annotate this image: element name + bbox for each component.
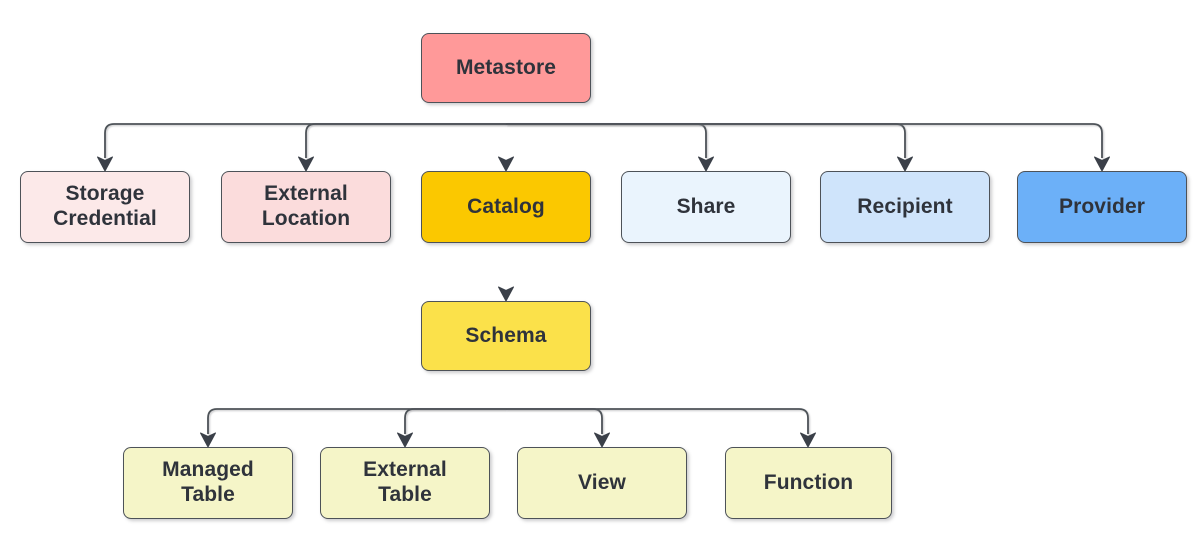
metastore-edge-arrowhead-0 [97,156,113,172]
catalog-schema-arrowhead [498,286,514,302]
metastore-edge-branch-3 [506,123,707,158]
diagram-canvas: Metastore Storage Credential External Loca… [0,0,1200,552]
node-label-storage-credential: Storage Credential [53,182,157,230]
node-label-schema: Schema [465,323,547,347]
schema-edge-arrowhead-3 [800,432,816,448]
node-label-catalog: Catalog [467,194,545,218]
node-recipient[interactable]: Recipient [820,171,990,243]
metastore-edge-branch-0 [104,123,506,158]
schema-edge-arrowhead-2 [594,432,610,448]
schema-edge-branch-3 [506,408,809,434]
schema-edge-branch-1 [404,408,506,434]
metastore-edge-arrowhead-2 [498,156,514,172]
node-provider[interactable]: Provider [1017,171,1187,243]
node-label-recipient: Recipient [857,194,953,218]
node-label-provider: Provider [1059,194,1145,218]
node-managed-table[interactable]: Managed Table [123,447,293,519]
schema-edge-branch-2 [506,408,603,434]
node-share[interactable]: Share [621,171,791,243]
edge-paths [104,103,1103,434]
node-metastore[interactable]: Metastore [421,33,591,103]
metastore-edge-arrowhead-4 [897,156,913,172]
metastore-edge-branch-5 [506,123,1103,158]
schema-edge-arrowhead-1 [397,432,413,448]
node-function[interactable]: Function [725,447,892,519]
schema-edge-arrowhead-0 [200,432,216,448]
metastore-edge-arrowhead-3 [698,156,714,172]
node-external-location[interactable]: External Location [221,171,391,243]
node-label-view: View [578,470,626,494]
metastore-edge-arrowhead-5 [1094,156,1110,172]
node-label-metastore: Metastore [455,55,557,79]
node-label-external-table: External Table [363,458,447,506]
node-storage-credential[interactable]: Storage Credential [20,171,190,243]
node-label-share: Share [676,194,736,218]
node-label-external-location: External Location [261,182,351,230]
node-catalog[interactable]: Catalog [421,171,591,243]
node-schema[interactable]: Schema [421,301,591,371]
node-external-table[interactable]: External Table [320,447,490,519]
node-view[interactable]: View [517,447,687,519]
metastore-edge-branch-4 [506,123,906,158]
node-label-function: Function [763,470,854,494]
metastore-edge-branch-1 [305,123,506,158]
metastore-edge-arrowhead-1 [298,156,314,172]
node-label-managed-table: Managed Table [162,458,254,506]
schema-edge-branch-0 [207,408,506,434]
